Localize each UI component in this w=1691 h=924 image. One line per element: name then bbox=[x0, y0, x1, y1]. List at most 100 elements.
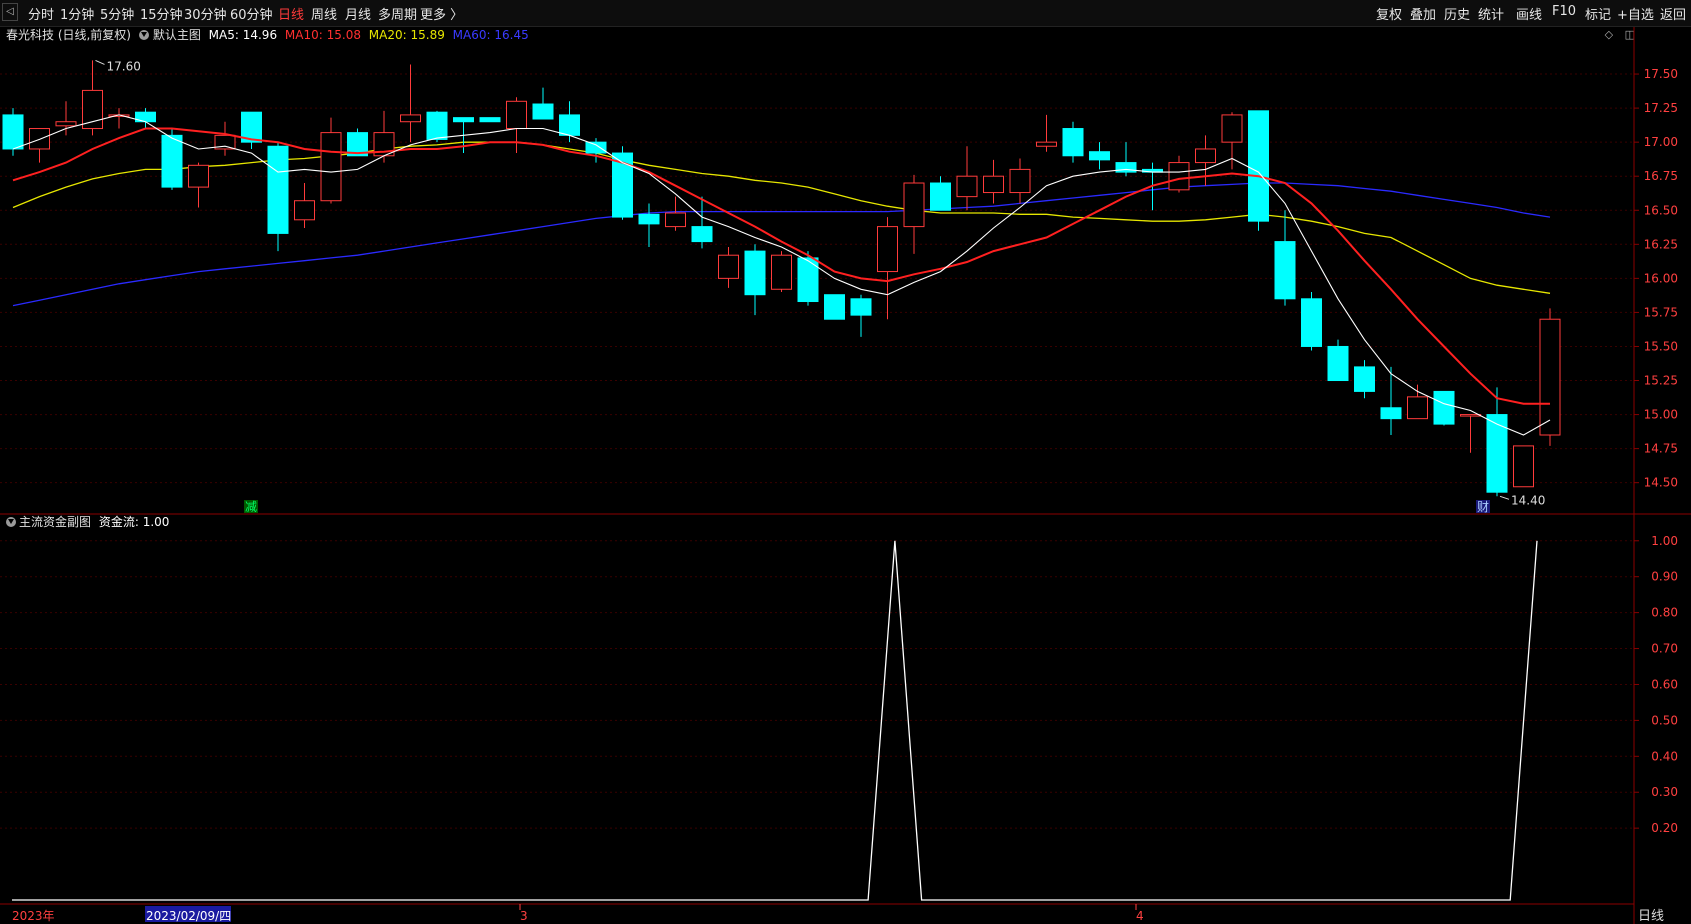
price-tick-label: 16.00 bbox=[1644, 271, 1678, 285]
candle-up bbox=[320, 132, 342, 202]
candle-down bbox=[1301, 298, 1322, 347]
price-chart[interactable]: 17.50 17.25 17.00 16.75 16.50 16.25 16.00 15.75… bbox=[0, 27, 1691, 924]
period-tab-9[interactable]: 多周期 bbox=[378, 4, 417, 23]
flow-tick-label: 0.90 bbox=[1651, 570, 1678, 584]
candle-down bbox=[453, 117, 474, 123]
price-tick-label: 17.50 bbox=[1644, 67, 1678, 81]
toolbar-action-6[interactable]: 标记 bbox=[1585, 4, 1611, 23]
candle-down bbox=[1354, 366, 1375, 392]
candle-down bbox=[850, 298, 872, 316]
candle-down bbox=[744, 250, 766, 296]
toolbar-action-0[interactable]: 复权 bbox=[1376, 4, 1402, 23]
candle-down bbox=[1433, 390, 1455, 425]
candle-down bbox=[1327, 345, 1349, 382]
price-tick-label: 15.75 bbox=[1644, 305, 1678, 319]
price-tick-label: 15.25 bbox=[1644, 374, 1678, 388]
flow-tick-label: 0.20 bbox=[1651, 821, 1678, 835]
candle-down bbox=[1115, 162, 1137, 173]
candle-up bbox=[903, 182, 925, 228]
candle-up bbox=[1168, 162, 1190, 191]
period-tab-7[interactable]: 周线 bbox=[311, 4, 337, 23]
candle-down bbox=[479, 117, 501, 123]
toolbar-action-3[interactable]: 统计 bbox=[1478, 4, 1504, 23]
price-tick-label: 17.25 bbox=[1644, 101, 1678, 115]
period-toolbar: ◁ 分时 1分钟 5分钟 15分钟 30分钟 60分钟 日线 周线 月线 多周期 更多 〉 复权 叠加… bbox=[0, 0, 1691, 27]
candle-down bbox=[638, 213, 660, 225]
toolbar-action-5[interactable]: F10 bbox=[1552, 4, 1576, 19]
candle-down bbox=[1089, 151, 1110, 161]
finance-marker: 财 bbox=[1477, 500, 1489, 514]
low-marker-arrow bbox=[1499, 495, 1510, 500]
toolbar-action-4[interactable]: 画线 bbox=[1516, 4, 1542, 23]
candle-down bbox=[1248, 110, 1269, 222]
candle-up bbox=[1513, 445, 1534, 488]
flow-tick-label: 0.30 bbox=[1651, 785, 1678, 799]
x-label-date: 2023/02/09/四 bbox=[146, 909, 231, 923]
candle-up bbox=[1539, 318, 1561, 436]
period-tab-4[interactable]: 30分钟 bbox=[184, 4, 227, 23]
candle-up bbox=[771, 254, 792, 290]
candle-up bbox=[506, 100, 527, 130]
price-tick-label: 16.25 bbox=[1644, 237, 1678, 251]
candle-down bbox=[1380, 407, 1402, 420]
period-tab-2[interactable]: 5分钟 bbox=[100, 4, 134, 23]
reduce-marker: 减 bbox=[245, 500, 257, 514]
candle-up bbox=[1460, 414, 1481, 417]
x-label-year: 2023年 bbox=[12, 909, 55, 923]
period-tab-10[interactable]: 更多 〉 bbox=[420, 4, 463, 23]
candle-down bbox=[426, 111, 448, 140]
period-tab-1[interactable]: 1分钟 bbox=[60, 4, 94, 23]
toolbar-action-8[interactable]: 返回 bbox=[1660, 4, 1686, 23]
toolbar-action-7[interactable]: +自选 bbox=[1617, 4, 1654, 23]
candle-down bbox=[1486, 414, 1508, 493]
candle-down bbox=[797, 257, 819, 303]
candle-down bbox=[691, 226, 713, 243]
x-label-april: 4 bbox=[1136, 909, 1144, 923]
candle-down bbox=[1274, 241, 1296, 300]
candle-up bbox=[1407, 396, 1428, 420]
candle-up bbox=[956, 175, 978, 198]
flow-tick-label: 0.50 bbox=[1651, 713, 1678, 727]
flow-tick-label: 1.00 bbox=[1651, 534, 1678, 548]
candle-up bbox=[55, 121, 77, 127]
price-tick-label: 14.50 bbox=[1644, 476, 1678, 490]
candle-up bbox=[29, 128, 50, 150]
toolbar-action-1[interactable]: 叠加 bbox=[1410, 4, 1436, 23]
flow-tick-label: 0.40 bbox=[1651, 749, 1678, 763]
price-tick-label: 14.75 bbox=[1644, 442, 1678, 456]
price-tick-label: 16.75 bbox=[1644, 169, 1678, 183]
low-label: 14.40 bbox=[1511, 493, 1545, 507]
candle-down bbox=[532, 103, 554, 120]
candle-up bbox=[188, 164, 209, 188]
candle-up bbox=[294, 200, 315, 221]
candle-up bbox=[983, 175, 1004, 194]
candle-up bbox=[1036, 141, 1057, 147]
period-tab-6[interactable]: 日线 bbox=[278, 4, 304, 23]
candle-up bbox=[400, 114, 421, 123]
candle-down bbox=[161, 134, 183, 188]
high-marker-arrow bbox=[95, 59, 105, 65]
candle-down bbox=[559, 114, 580, 136]
candle-up bbox=[82, 89, 103, 130]
toolbar-action-2[interactable]: 历史 bbox=[1444, 4, 1470, 23]
candle-down bbox=[585, 141, 607, 154]
period-tab-5[interactable]: 60分钟 bbox=[230, 4, 273, 23]
period-tab-3[interactable]: 15分钟 bbox=[140, 4, 183, 23]
x-label-march: 3 bbox=[520, 909, 528, 923]
period-indicator: 日线 bbox=[1638, 909, 1665, 924]
candle-down bbox=[1062, 128, 1084, 157]
price-tick-label: 15.50 bbox=[1644, 339, 1678, 353]
price-tick-label: 16.50 bbox=[1644, 203, 1678, 217]
candle-down bbox=[267, 145, 289, 234]
candle-up bbox=[1009, 168, 1031, 194]
candle-down bbox=[824, 294, 845, 320]
period-tab-8[interactable]: 月线 bbox=[345, 4, 371, 23]
candle-up bbox=[1221, 114, 1243, 143]
flow-tick-label: 0.70 bbox=[1651, 642, 1678, 656]
period-tab-0[interactable]: 分时 bbox=[28, 4, 54, 23]
high-label: 17.60 bbox=[107, 59, 141, 73]
collapse-arrow-icon[interactable]: ◁ bbox=[2, 3, 18, 21]
candle-down bbox=[930, 182, 951, 211]
candle-down bbox=[2, 114, 24, 150]
candle-up bbox=[877, 226, 898, 273]
